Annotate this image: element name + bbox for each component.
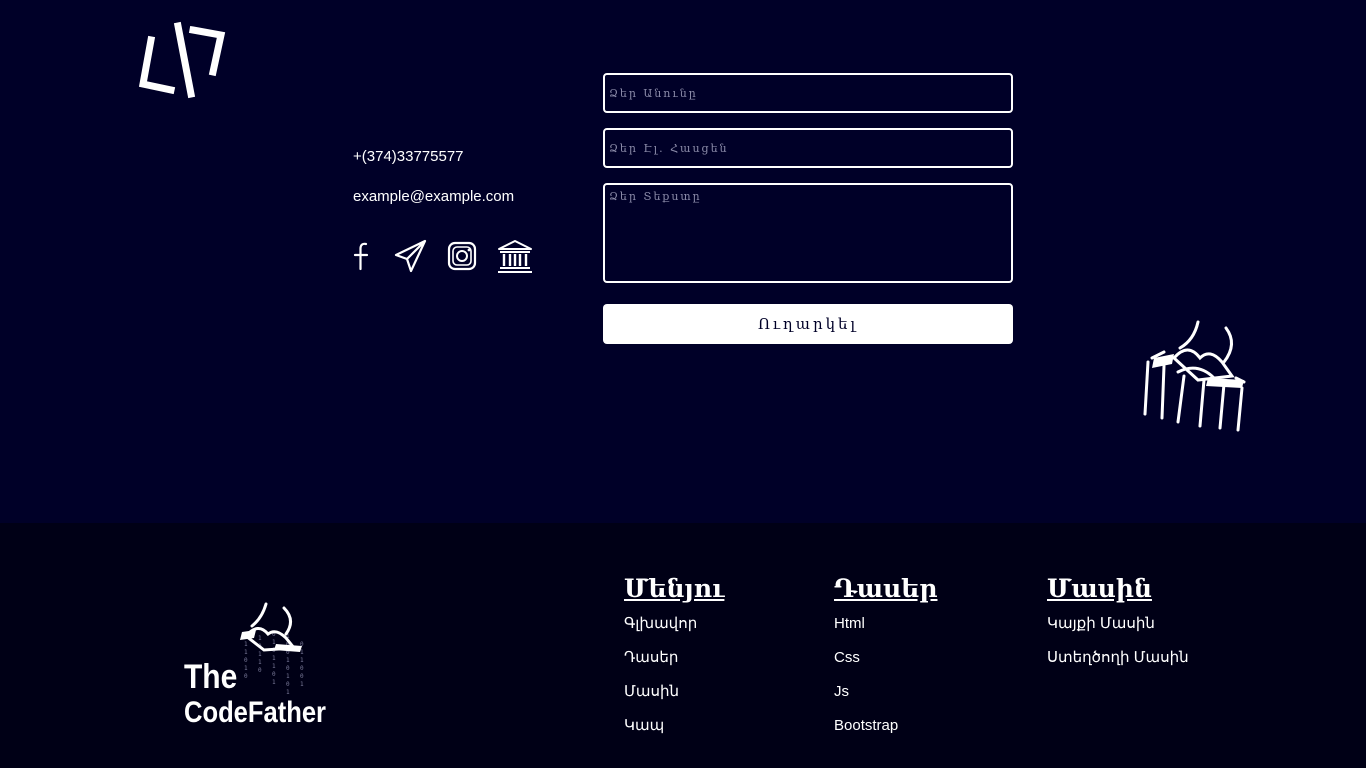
menu-link-home[interactable]: Գլխավոր xyxy=(624,615,697,632)
code-brackets-logo[interactable] xyxy=(133,18,229,102)
svg-text:1: 1 xyxy=(258,659,262,666)
email-input[interactable] xyxy=(603,128,1013,168)
footer: 011010 10110 0101101 10010101 011001 The… xyxy=(0,523,1366,768)
logo-text-the: The xyxy=(184,657,237,695)
svg-text:1: 1 xyxy=(300,657,304,664)
footer-about-column: Մասին Կայքի Մասին Ստեղծողի Մասին xyxy=(1047,571,1189,675)
svg-text:1: 1 xyxy=(286,689,290,696)
facebook-link[interactable] xyxy=(353,238,371,274)
contact-section: +(374)33775577 example@example.com Ձեր Ա… xyxy=(0,0,1366,523)
svg-text:1: 1 xyxy=(300,681,304,688)
about-heading[interactable]: Մասին xyxy=(1047,571,1189,607)
facebook-icon xyxy=(353,242,369,271)
lesson-item-js: Js xyxy=(834,675,937,709)
svg-text:1: 1 xyxy=(258,635,262,642)
svg-text:1: 1 xyxy=(286,673,290,680)
lesson-item-bootstrap: Bootstrap xyxy=(834,709,937,743)
svg-text:1: 1 xyxy=(272,639,276,646)
send-button[interactable]: Ուղարկել xyxy=(603,304,1013,344)
about-link-creator[interactable]: Ստեղծողի Մասին xyxy=(1047,649,1189,666)
about-item-creator: Ստեղծողի Մասին xyxy=(1047,641,1189,675)
svg-text:0: 0 xyxy=(286,665,290,672)
svg-text:1: 1 xyxy=(244,641,248,648)
footer-menu-column: Մենյու Գլխավոր Դասեր Մասին Կապ xyxy=(624,571,724,743)
about-item-site: Կայքի Մասին xyxy=(1047,607,1189,641)
lesson-item-html: Html xyxy=(834,607,937,641)
instagram-link[interactable] xyxy=(447,238,477,274)
bank-icon xyxy=(498,240,532,273)
menu-item-home: Գլխավոր xyxy=(624,607,724,641)
lessons-heading[interactable]: Դասեր xyxy=(834,571,937,607)
svg-text:0: 0 xyxy=(286,681,290,688)
lesson-item-css: Css xyxy=(834,641,937,675)
svg-text:1: 1 xyxy=(272,679,276,686)
name-input[interactable] xyxy=(603,73,1013,113)
svg-text:0: 0 xyxy=(300,665,304,672)
telegram-link[interactable] xyxy=(393,238,429,274)
svg-text:1: 1 xyxy=(244,665,248,672)
menu-link-lessons[interactable]: Դասեր xyxy=(624,649,678,666)
social-links xyxy=(353,238,543,278)
svg-text:0: 0 xyxy=(300,673,304,680)
svg-text:1: 1 xyxy=(244,649,248,656)
svg-text:1: 1 xyxy=(272,655,276,662)
svg-text:1: 1 xyxy=(272,663,276,670)
svg-text:1: 1 xyxy=(258,651,262,658)
puppet-hand-icon xyxy=(1143,320,1246,432)
lesson-link-css[interactable]: Css xyxy=(834,649,860,666)
menu-item-contact: Կապ xyxy=(624,709,724,743)
svg-text:0: 0 xyxy=(258,667,262,674)
logo-text-codefather: CodeFather xyxy=(184,696,326,729)
lesson-link-js[interactable]: Js xyxy=(834,683,849,700)
lesson-link-bootstrap[interactable]: Bootstrap xyxy=(834,717,898,734)
lesson-link-html[interactable]: Html xyxy=(834,615,865,632)
svg-text:0: 0 xyxy=(244,673,248,680)
footer-lessons-column: Դասեր Html Css Js Bootstrap xyxy=(834,571,937,743)
message-textarea[interactable] xyxy=(603,183,1013,283)
telegram-icon xyxy=(394,239,427,273)
svg-text:0: 0 xyxy=(244,657,248,664)
phone-number: +(374)33775577 xyxy=(353,148,464,165)
instagram-icon xyxy=(447,241,477,271)
svg-text:1: 1 xyxy=(286,657,290,664)
about-link-site[interactable]: Կայքի Մասին xyxy=(1047,615,1155,632)
menu-list: Գլխավոր Դասեր Մասին Կապ xyxy=(624,607,724,743)
menu-link-contact[interactable]: Կապ xyxy=(624,717,664,734)
lessons-list: Html Css Js Bootstrap xyxy=(834,607,937,743)
menu-item-lessons: Դասեր xyxy=(624,641,724,675)
codefather-logo[interactable]: 011010 10110 0101101 10010101 011001 The… xyxy=(180,602,332,730)
about-list: Կայքի Մասին Ստեղծողի Մասին xyxy=(1047,607,1189,675)
email-address: example@example.com xyxy=(353,188,515,205)
svg-text:0: 0 xyxy=(272,671,276,678)
menu-heading[interactable]: Մենյու xyxy=(624,571,724,607)
menu-item-about: Մասին xyxy=(624,675,724,709)
menu-link-about[interactable]: Մասին xyxy=(624,683,679,700)
bank-link[interactable] xyxy=(497,238,533,274)
